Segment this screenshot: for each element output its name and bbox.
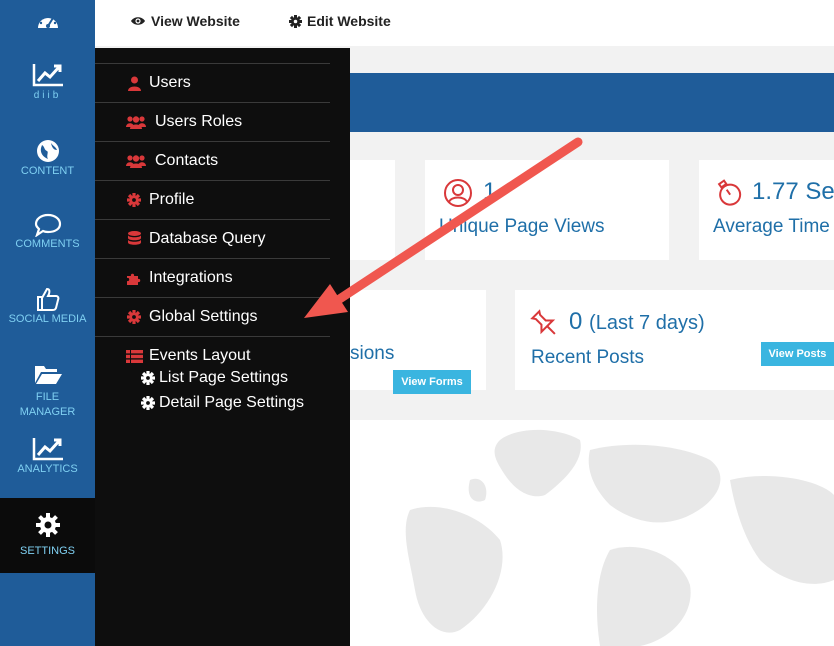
gear-icon bbox=[141, 396, 155, 410]
stat-card-hidden bbox=[350, 160, 395, 260]
unique-views-value: 1 bbox=[483, 178, 497, 205]
menu-item-users-roles[interactable]: Users Roles bbox=[95, 102, 330, 141]
average-time-label: Average Time bbox=[713, 216, 830, 237]
recent-posts-label: Recent Posts bbox=[531, 347, 644, 368]
stopwatch-icon bbox=[717, 179, 742, 206]
stat-card-average-time: 1.77 Se Average Time bbox=[699, 160, 834, 260]
world-map-graphic bbox=[405, 429, 834, 646]
view-forms-button[interactable]: View Forms bbox=[393, 370, 471, 394]
user-icon bbox=[121, 76, 147, 91]
nav-social-media[interactable]: SOCIAL MEDIA bbox=[0, 286, 95, 327]
view-website-link[interactable]: View Website bbox=[130, 13, 240, 29]
stat-card-unique-views: 1 Unique Page Views bbox=[425, 160, 669, 260]
gear-icon bbox=[121, 193, 147, 207]
submenu-item-detail-page-settings[interactable]: Detail Page Settings bbox=[141, 394, 304, 412]
stat-card-recent-posts: 0 (Last 7 days) Recent Posts bbox=[515, 290, 834, 390]
thumbs-up-icon bbox=[36, 287, 59, 311]
puzzle-icon bbox=[121, 271, 147, 286]
nav-settings[interactable]: SETTINGS bbox=[0, 498, 95, 573]
edit-website-link[interactable]: Edit Website bbox=[289, 13, 391, 29]
nav-analytics[interactable]: ANALYTICS bbox=[0, 436, 95, 477]
menu-item-profile[interactable]: Profile bbox=[95, 180, 330, 219]
users-group-icon bbox=[123, 154, 149, 168]
users-group-icon bbox=[123, 115, 149, 129]
gear-icon bbox=[35, 513, 60, 537]
list-icon bbox=[121, 349, 147, 363]
world-map bbox=[350, 420, 834, 646]
gear-icon bbox=[289, 14, 302, 28]
menu-item-contacts[interactable]: Contacts bbox=[95, 141, 330, 180]
nav-dashboard[interactable] bbox=[0, 10, 95, 32]
pushpin-icon bbox=[530, 309, 556, 335]
nav-content[interactable]: CONTENT bbox=[0, 138, 95, 179]
gear-icon bbox=[141, 371, 155, 385]
database-icon bbox=[121, 231, 147, 247]
trend-chart-icon bbox=[32, 438, 63, 461]
nav-diib[interactable]: diib bbox=[0, 62, 95, 103]
eye-icon bbox=[131, 17, 145, 25]
top-bar: View Website Edit Website bbox=[95, 0, 834, 46]
menu-item-database-query[interactable]: Database Query bbox=[95, 219, 330, 258]
submenu-item-list-page-settings[interactable]: List Page Settings bbox=[141, 369, 288, 387]
nav-comments[interactable]: COMMENTS bbox=[0, 213, 95, 252]
trend-chart-icon bbox=[32, 64, 63, 87]
nav-file-manager[interactable]: FILE MANAGER bbox=[0, 362, 95, 420]
menu-item-integrations[interactable]: Integrations bbox=[95, 258, 330, 297]
menu-item-global-settings[interactable]: Global Settings bbox=[95, 297, 330, 336]
menu-item-users[interactable]: Users bbox=[95, 63, 330, 102]
unique-views-label: Unique Page Views bbox=[439, 216, 605, 237]
speech-bubble-icon bbox=[34, 213, 61, 237]
user-circle-icon bbox=[444, 179, 472, 207]
folder-icon bbox=[34, 366, 62, 384]
average-time-value: 1.77 Se bbox=[752, 178, 834, 205]
view-posts-button[interactable]: View Posts bbox=[761, 342, 834, 366]
settings-dropdown: Users Users Roles Contacts Profile Datab… bbox=[95, 48, 350, 646]
recent-posts-value: 0 (Last 7 days) bbox=[569, 308, 705, 335]
submissions-label: sions bbox=[350, 343, 395, 364]
gear-icon bbox=[121, 310, 147, 324]
left-nav: diib CONTENT COMMENTS SOCIAL MEDIA FILE … bbox=[0, 0, 95, 646]
globe-icon bbox=[36, 140, 59, 162]
dashboard-icon bbox=[37, 14, 58, 28]
